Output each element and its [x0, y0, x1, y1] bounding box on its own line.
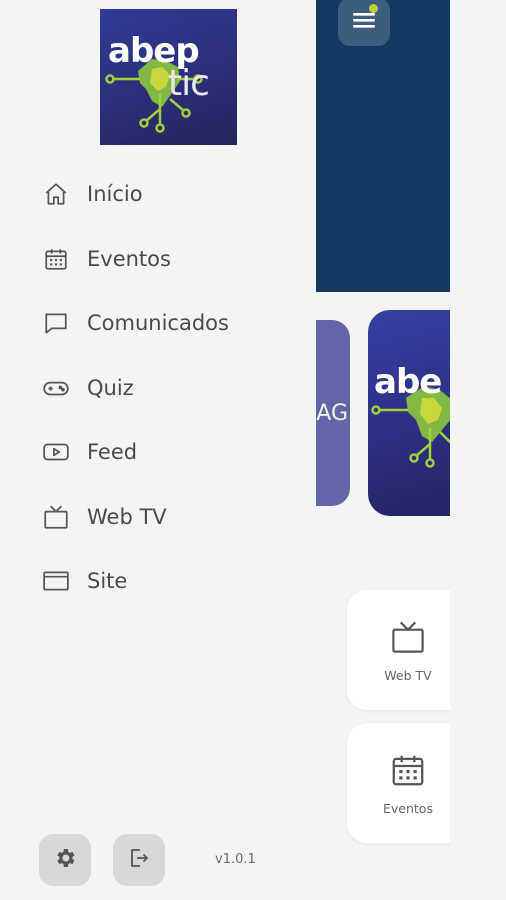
app-version: v1.0.1 [215, 852, 256, 867]
sidebar-item-inicio[interactable]: Início [40, 162, 310, 227]
browser-window-icon [40, 565, 72, 597]
navigation-drawer: abep tic Início Eventos Comunicados Quiz… [0, 0, 316, 900]
carousel-card[interactable]: AG [316, 320, 350, 506]
gamepad-icon [40, 372, 72, 404]
tile-label: Eventos [383, 801, 433, 816]
logout-icon [127, 846, 151, 874]
sidebar-item-label: Eventos [87, 246, 171, 271]
tv-icon [389, 618, 427, 660]
sidebar-item-label: Web TV [87, 504, 167, 529]
card-logo-wordmark: abe [374, 362, 442, 402]
shortcut-tile-web-tv[interactable]: Web TV [347, 590, 450, 710]
gear-icon [53, 846, 77, 874]
hamburger-icon [353, 11, 375, 33]
home-icon [40, 178, 72, 210]
calendar-icon [389, 751, 427, 793]
logo-wordmark-bottom: tic [168, 63, 210, 104]
sidebar-item-quiz[interactable]: Quiz [40, 356, 310, 421]
sidebar-item-web-tv[interactable]: Web TV [40, 485, 310, 550]
menu-toggle-button[interactable] [338, 0, 390, 46]
sidebar-item-label: Site [87, 569, 128, 594]
sidebar-item-eventos[interactable]: Eventos [40, 227, 310, 292]
logo-map-graphic [371, 386, 450, 468]
logout-button[interactable] [113, 834, 165, 886]
calendar-icon [40, 243, 72, 275]
carousel-card-text: AG [316, 400, 348, 426]
settings-button[interactable] [39, 834, 91, 886]
sidebar-item-label: Feed [87, 440, 138, 465]
sidebar-item-label: Comunicados [87, 311, 229, 336]
sidebar-item-label: Início [87, 182, 143, 207]
shortcut-tile-eventos[interactable]: Eventos [347, 723, 450, 843]
header-banner [316, 0, 450, 292]
main-content: AG abe Web TV Eventos [316, 0, 450, 900]
chat-bubble-icon [40, 307, 72, 339]
sidebar-item-site[interactable]: Site [40, 549, 310, 614]
tile-label: Web TV [384, 668, 432, 683]
notification-dot [369, 4, 378, 13]
app-logo: abep tic [100, 9, 237, 145]
screen-edge [450, 0, 506, 900]
drawer-menu: Início Eventos Comunicados Quiz Feed Web… [40, 162, 310, 614]
tv-icon [40, 501, 72, 533]
sidebar-item-comunicados[interactable]: Comunicados [40, 291, 310, 356]
play-icon [40, 436, 72, 468]
sidebar-item-label: Quiz [87, 375, 134, 400]
carousel-card-logo[interactable]: abe [368, 310, 450, 516]
sidebar-item-feed[interactable]: Feed [40, 420, 310, 485]
drawer-footer [39, 834, 187, 886]
